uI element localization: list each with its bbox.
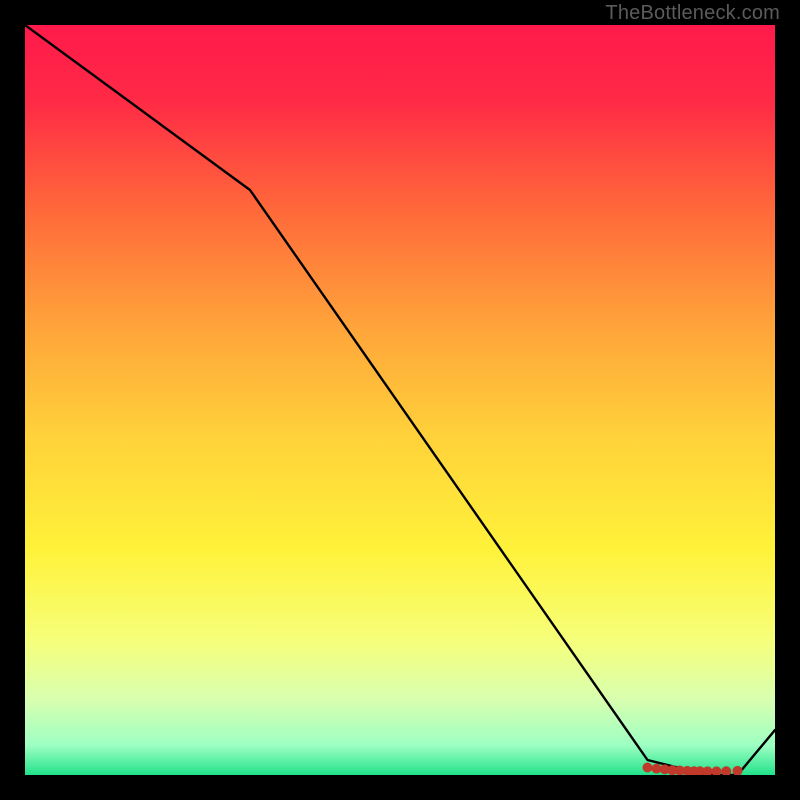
watermark-text: TheBottleneck.com	[605, 2, 780, 25]
data-line	[25, 25, 775, 775]
marker-dot	[721, 766, 731, 775]
marker-dot	[643, 763, 653, 773]
marker-dot	[703, 766, 713, 775]
plot-overlay	[25, 25, 775, 775]
chart-stage: TheBottleneck.com	[0, 0, 800, 800]
marker-dot	[733, 766, 743, 775]
marker-dot	[712, 766, 722, 775]
marker-cluster	[643, 763, 743, 776]
